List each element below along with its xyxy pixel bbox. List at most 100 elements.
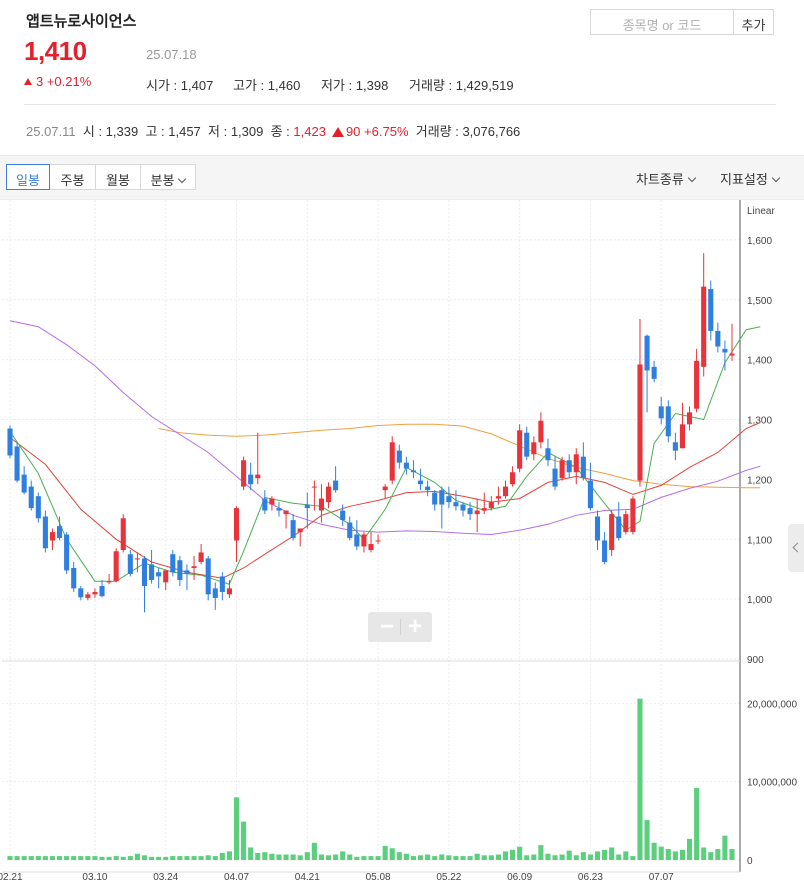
- chart-type-menu[interactable]: 차트종류: [636, 169, 697, 188]
- high-label: 고가 :: [233, 78, 268, 93]
- up-arrow-icon: [24, 78, 32, 85]
- candle-body: [524, 432, 530, 457]
- volume-bar: [255, 852, 261, 860]
- candle-body: [637, 364, 643, 481]
- volume-bar: [340, 851, 346, 860]
- prev-volume: 3,076,766: [462, 124, 521, 139]
- candle-body: [672, 442, 678, 451]
- ma20-line: [9, 422, 761, 579]
- divider: [24, 104, 776, 105]
- candle-body: [375, 540, 381, 542]
- volume-bar: [566, 850, 572, 860]
- candle-body: [21, 474, 27, 493]
- candle-body: [106, 581, 112, 583]
- volume-bar: [510, 849, 516, 860]
- candle-body: [113, 551, 119, 582]
- quote-date: 25.07.18: [146, 47, 197, 62]
- indicator-settings-menu[interactable]: 지표설정: [720, 169, 781, 188]
- volume-bar: [481, 855, 487, 860]
- volume-bar: [580, 852, 586, 860]
- candle-body: [708, 289, 714, 331]
- candle-body: [446, 496, 452, 503]
- volume-bar: [382, 845, 388, 860]
- volume-bar: [35, 856, 41, 860]
- candle-body: [127, 554, 133, 574]
- volume-bar: [49, 856, 56, 860]
- chart-type-label: 차트종류: [636, 172, 684, 187]
- tab-monthly[interactable]: 월봉: [96, 164, 141, 190]
- candle-body: [729, 353, 735, 356]
- zoom-in-button[interactable]: +: [403, 612, 427, 642]
- current-price: 1,410: [24, 36, 87, 66]
- tab-weekly[interactable]: 주봉: [50, 164, 96, 190]
- scale-label: Linear: [747, 206, 775, 217]
- candle-body: [701, 286, 707, 367]
- candle-body: [78, 588, 84, 598]
- candle-body: [212, 588, 218, 598]
- price-tick-label: 1,100: [747, 535, 772, 546]
- volume-bar: [396, 852, 402, 860]
- volume-bar: [177, 856, 183, 860]
- candle-body: [580, 456, 586, 479]
- candle-body: [269, 498, 275, 505]
- volume-bar: [488, 855, 494, 860]
- volume-bar: [651, 842, 657, 860]
- volume-bar: [623, 851, 629, 860]
- x-tick-label: 06.09: [507, 872, 532, 883]
- candle-body: [623, 514, 629, 533]
- volume-bar: [276, 854, 282, 860]
- price-tick-label: 1,000: [747, 595, 772, 606]
- chevron-down-icon: [178, 174, 187, 184]
- add-button[interactable]: 추가: [734, 9, 774, 35]
- volume-value: 1,429,519: [455, 78, 514, 93]
- candle-body: [184, 570, 190, 574]
- candle-body: [694, 360, 700, 409]
- prev-high: 1,457: [168, 124, 201, 139]
- tab-daily[interactable]: 일봉: [6, 164, 50, 190]
- up-triangle-icon: [331, 127, 344, 137]
- volume-bar: [219, 852, 225, 860]
- volume-bar: [644, 820, 650, 860]
- volume-bar: [304, 852, 310, 860]
- volume-bar: [573, 855, 579, 860]
- price-change: 3 +0.21%: [24, 74, 91, 89]
- volume-bar: [502, 851, 509, 860]
- prev-open-label: 시 :: [82, 124, 106, 139]
- volume-bar: [403, 853, 409, 860]
- x-tick-label: 06.23: [578, 872, 603, 883]
- prev-close-label: 종 :: [270, 124, 294, 139]
- low-value: 1,398: [355, 78, 389, 93]
- candle-body: [248, 474, 254, 485]
- volume-bar: [410, 856, 417, 860]
- volume-bar: [226, 851, 232, 860]
- zoom-separator: [400, 619, 401, 635]
- volume-bar: [233, 797, 240, 860]
- candle-body: [57, 526, 63, 539]
- candle-body: [311, 486, 317, 488]
- candle-body: [368, 544, 374, 551]
- price-tick-label: 1,400: [747, 356, 772, 367]
- volume-bar: [701, 847, 707, 860]
- x-tick-label: 02.21: [0, 872, 23, 883]
- candle-body: [149, 564, 155, 580]
- price-tick-label: 1,500: [747, 296, 772, 307]
- volume-bar: [637, 698, 643, 860]
- prev-close: 1,423: [293, 124, 326, 139]
- indicator-label: 지표설정: [720, 172, 768, 187]
- volume-bar: [106, 856, 112, 860]
- side-panel-toggle[interactable]: [788, 524, 804, 572]
- candle-body: [325, 486, 332, 503]
- candle-body: [205, 558, 211, 595]
- tab-minute-label: 분봉: [150, 173, 175, 188]
- prev-low-label: 저 :: [208, 124, 231, 139]
- x-tick-label: 05.22: [436, 872, 461, 883]
- candle-body: [290, 520, 296, 539]
- candle-body: [141, 558, 148, 586]
- volume-bar: [531, 854, 537, 860]
- price-chart[interactable]: 900 1,000 1,100 1,200 1,300 1,400 1,500 1,600 0 1…: [0, 200, 804, 892]
- volume-bar: [517, 846, 523, 860]
- search-input[interactable]: 종목명 or 코드: [590, 9, 734, 35]
- volume-bar: [495, 854, 501, 860]
- tab-minute[interactable]: 분봉: [141, 164, 196, 190]
- zoom-out-button[interactable]: −: [375, 612, 399, 642]
